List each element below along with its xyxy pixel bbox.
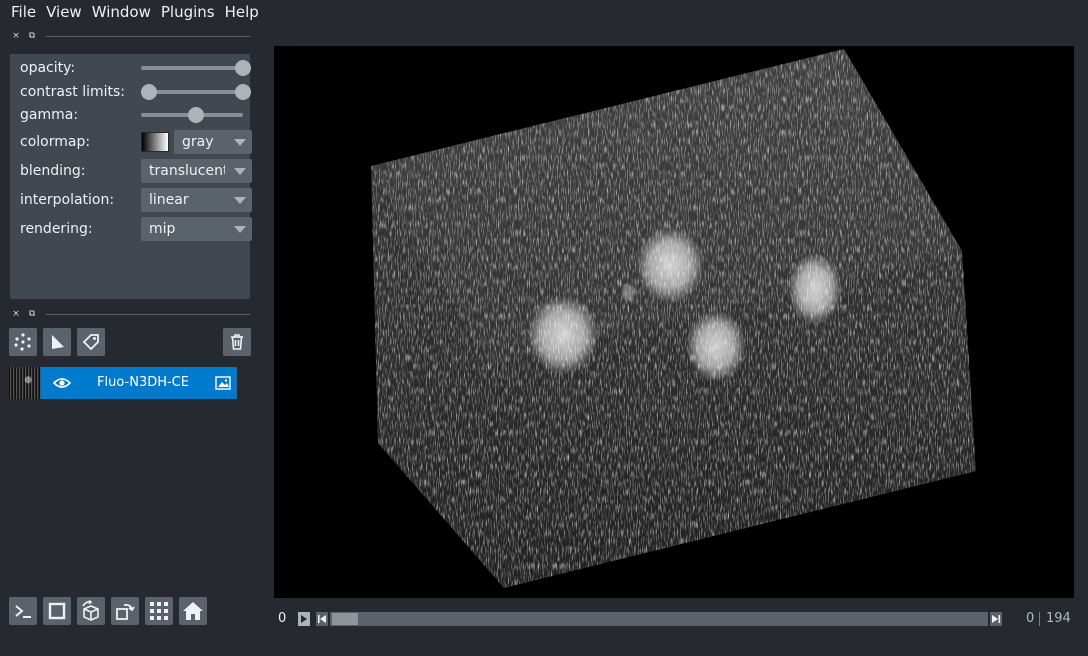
skip-start-icon[interactable] [316,612,328,626]
blending-value: translucent [149,163,225,179]
opacity-slider-handle[interactable] [235,60,251,76]
transpose-button[interactable] [111,597,139,625]
skip-end-icon[interactable] [990,612,1002,626]
contrast-limits-label: contrast limits: [20,84,125,100]
new-points-layer-button[interactable] [9,328,37,356]
chevron-down-icon [234,197,246,204]
chevron-down-icon [234,168,246,175]
interpolation-label: interpolation: [20,192,115,208]
grid-view-button[interactable] [145,597,173,625]
dims-current-frame[interactable]: 0 [1026,611,1034,626]
close-icon[interactable]: × [8,31,24,41]
colormap-row: colormap: gray [20,130,252,154]
ndisplay-icon [48,602,66,620]
interpolation-select[interactable]: linear [141,188,252,212]
colormap-label: colormap: [20,134,91,150]
interpolation-row: interpolation: linear [20,188,252,212]
rendering-select[interactable]: mip [141,217,252,241]
float-icon[interactable]: ⧉ [24,309,40,319]
blending-select[interactable]: translucent [141,159,252,183]
volume-data [371,49,976,588]
points-icon [14,333,31,351]
roll-icon [82,600,99,621]
menu-window[interactable]: Window [87,0,156,24]
menu-help[interactable]: Help [220,0,264,24]
blending-row: blending: translucent [20,159,252,183]
opacity-label: opacity: [20,60,76,76]
grid-icon [150,602,168,620]
play-icon[interactable] [298,612,310,626]
shapes-icon [52,335,64,349]
contrast-limits-row: contrast limits: [20,80,251,104]
rendering-label: rendering: [20,221,93,237]
roll-button[interactable] [77,597,105,625]
transpose-icon [116,603,135,620]
gamma-row: gamma: [20,103,243,127]
menu-file[interactable]: File [6,0,41,24]
layer-item-selected[interactable]: Fluo-N3DH-CE [41,367,237,399]
colormap-swatch [141,132,169,152]
rendering-value: mip [149,221,176,237]
dock-divider [46,35,250,37]
chevron-down-icon [234,226,246,233]
gamma-label: gamma: [20,107,79,123]
console-button[interactable] [9,597,37,625]
dims-total-frames: 194 [1046,611,1071,626]
interpolation-value: linear [149,192,189,208]
dims-axis-value: 0 [278,611,287,626]
volume-rendering [371,49,976,588]
float-icon[interactable]: ⧉ [24,31,40,41]
rendering-row: rendering: mip [20,217,252,241]
menu-view[interactable]: View [41,0,87,24]
dims-slider-track[interactable] [330,612,988,626]
dims-slider-thumb[interactable] [332,613,358,625]
image-icon [215,376,231,390]
eye-icon[interactable] [53,376,71,390]
close-icon[interactable]: × [8,309,24,319]
dims-separator [1039,612,1040,626]
delete-icon [231,334,243,350]
new-shapes-layer-button[interactable] [43,328,71,356]
colormap-value: gray [182,134,214,150]
dims-slider: 0 0 194 [274,608,1074,630]
home-button[interactable] [179,597,207,625]
layer-list-dock-header: × ⧉ [8,308,250,320]
contrast-max-handle[interactable] [235,84,251,100]
chevron-down-icon [234,139,246,146]
layer-controls-dock-header: × ⧉ [8,30,250,42]
viewer-canvas[interactable] [274,46,1074,598]
layer-name[interactable]: Fluo-N3DH-CE [97,367,189,399]
layer-controls-panel: opacity: contrast limits: gamma: colorma… [10,54,252,299]
layer-thumbnail [9,367,41,399]
opacity-row: opacity: [20,56,251,80]
colormap-select[interactable]: gray [174,130,252,154]
blending-label: blending: [20,163,86,179]
contrast-limits-slider[interactable] [141,80,251,104]
opacity-slider-track [141,66,243,70]
labels-icon [82,334,99,351]
contrast-min-handle[interactable] [141,84,157,100]
gamma-slider[interactable] [141,103,243,127]
menu-plugins[interactable]: Plugins [156,0,220,24]
layer-list-item[interactable]: Fluo-N3DH-CE [9,367,237,399]
home-icon [183,602,203,620]
new-labels-layer-button[interactable] [77,328,105,356]
ndisplay-button[interactable] [43,597,71,625]
opacity-slider[interactable] [141,56,251,80]
menu-bar: File View Window Plugins Help [0,0,1088,24]
gamma-slider-handle[interactable] [188,107,204,123]
delete-layer-button[interactable] [223,328,251,356]
dock-divider [46,313,250,315]
console-icon [15,605,31,618]
